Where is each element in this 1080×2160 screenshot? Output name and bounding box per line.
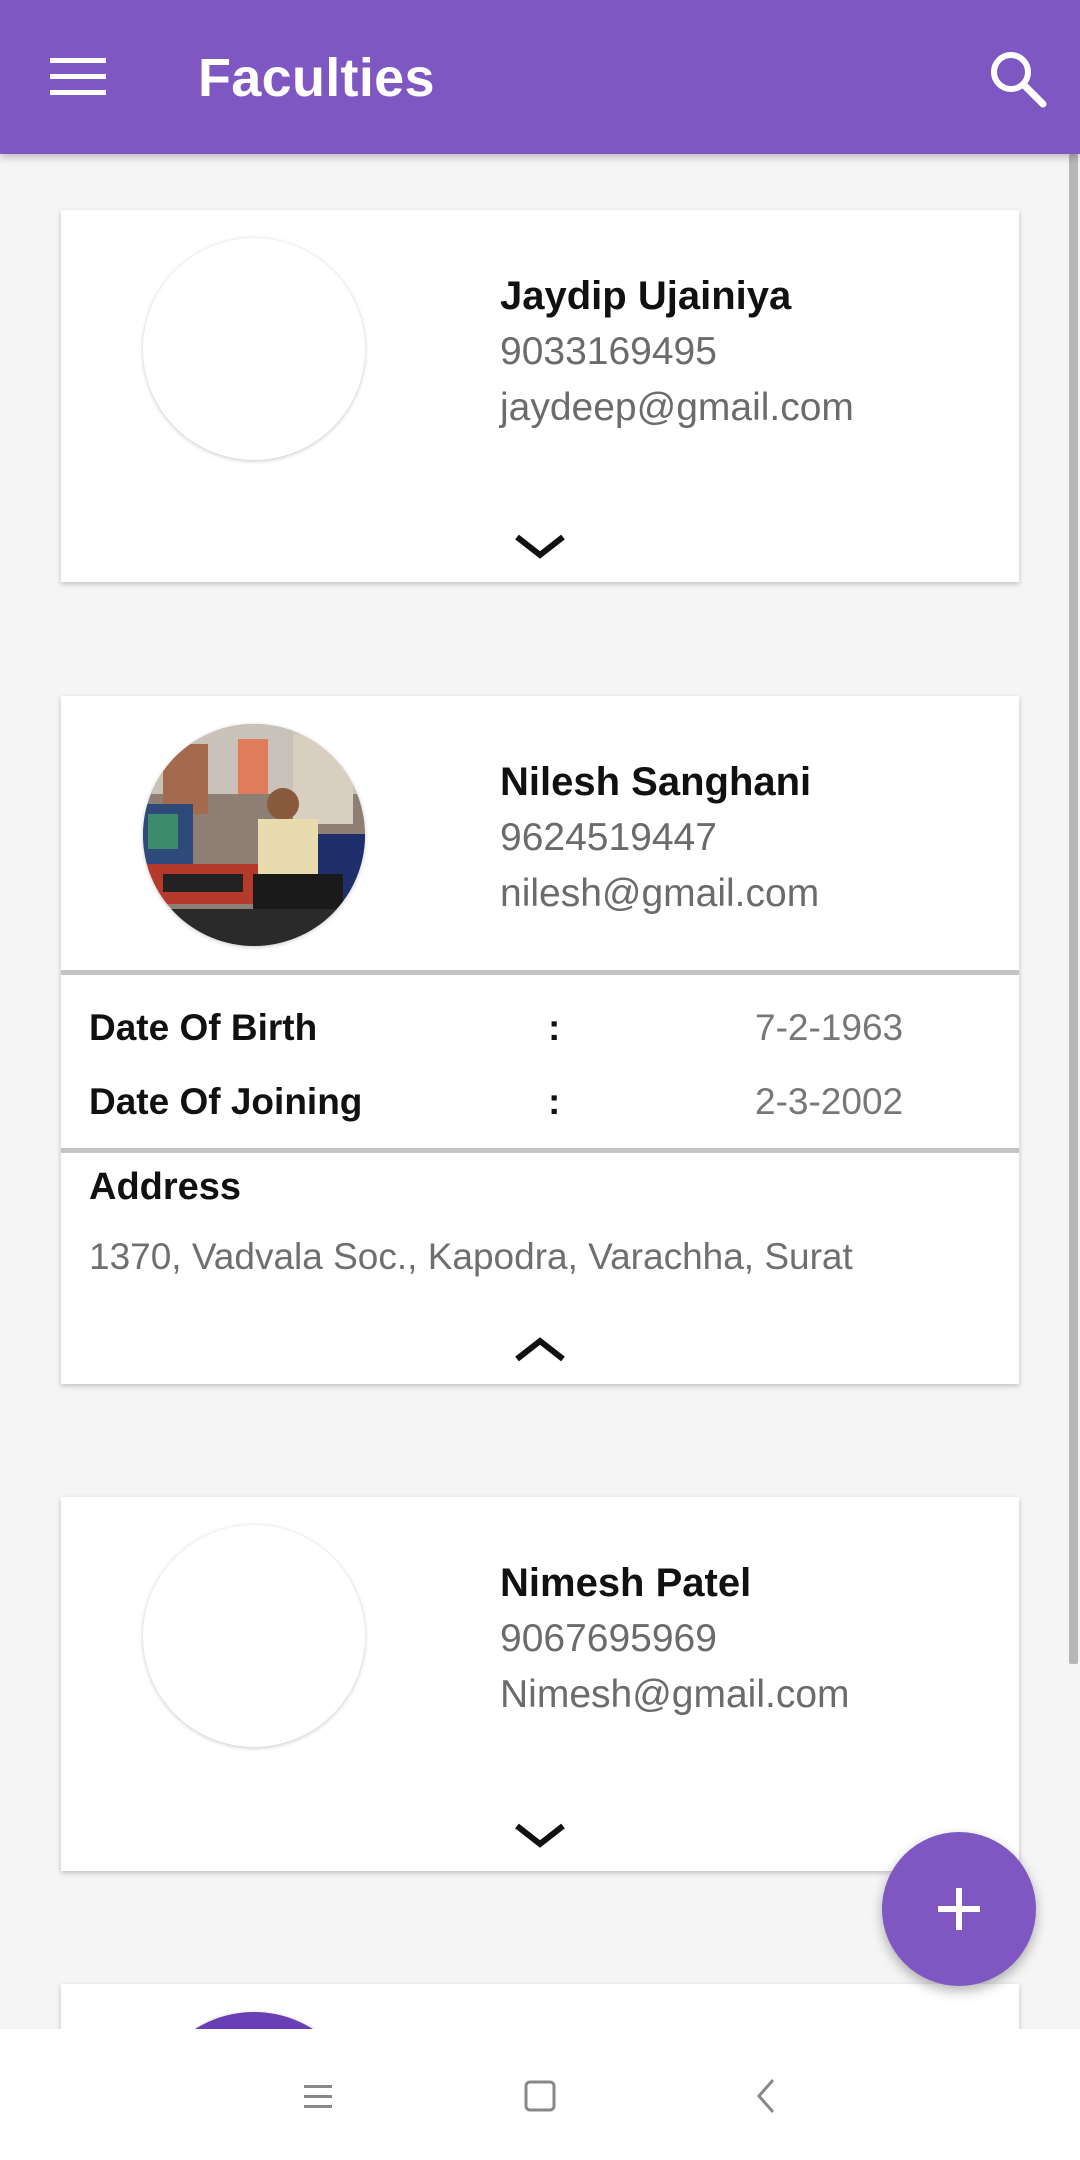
faculty-card[interactable]: Jaydip Ujainiya 9033169495 jaydeep@gmail… [61,210,1019,582]
faculty-name: Nilesh Sanghani [500,760,812,804]
faculty-info: Jaydip Ujainiya 9033169495 jaydeep@gmail… [500,268,854,436]
faculty-email: nilesh@gmail.com [500,872,820,915]
doj-value: 2-3-2002 [755,1081,904,1122]
faculty-card[interactable]: Nimesh Patel 9067695969 Nimesh@gmail.com [61,1497,1019,1871]
add-faculty-button[interactable] [882,1832,1036,1986]
system-nav-bar [0,2029,1080,2160]
recents-icon[interactable] [273,2051,363,2141]
faculty-name: Nimesh Patel [500,1561,752,1605]
faculty-email: jaydeep@gmail.com [500,386,854,429]
dob-label: Date Of Birth [89,1007,318,1048]
divider [61,1148,1019,1153]
address-value: 1370, Vadvala Soc., Kapodra, Varachha, S… [89,1236,853,1277]
chevron-up-icon[interactable] [510,1330,570,1370]
faculty-phone: 9067695969 [500,1617,717,1660]
hamburger-menu-icon[interactable] [30,37,126,117]
doj-separator: : [548,1081,561,1122]
faculty-photo [143,724,365,946]
scrollbar[interactable] [1069,154,1078,1664]
home-icon[interactable] [495,2051,585,2141]
search-icon[interactable] [974,35,1062,123]
faculty-info: Nimesh Patel 9067695969 Nimesh@gmail.com [500,1555,850,1723]
avatar [143,238,365,460]
faculty-phone: 9033169495 [500,330,717,373]
faculty-email: Nimesh@gmail.com [500,1673,850,1716]
divider [61,970,1019,975]
faculty-info: Nilesh Sanghani 9624519447 nilesh@gmail.… [500,754,819,922]
dob-value: 7-2-1963 [755,1007,904,1048]
avatar [143,1525,365,1747]
faculty-name: Jaydip Ujainiya [500,274,792,318]
faculty-card[interactable]: Nilesh Sanghani 9624519447 nilesh@gmail.… [61,696,1019,1384]
app-bar: Faculties [0,0,1080,154]
dob-separator: : [548,1007,561,1048]
chevron-down-icon[interactable] [510,526,570,566]
page-title: Faculties [198,48,435,108]
chevron-down-icon[interactable] [510,1815,570,1855]
back-icon[interactable] [722,2051,812,2141]
address-label: Address [89,1166,242,1208]
doj-label: Date Of Joining [89,1081,363,1122]
faculty-phone: 9624519447 [500,816,717,859]
plus-icon [938,1888,980,1930]
